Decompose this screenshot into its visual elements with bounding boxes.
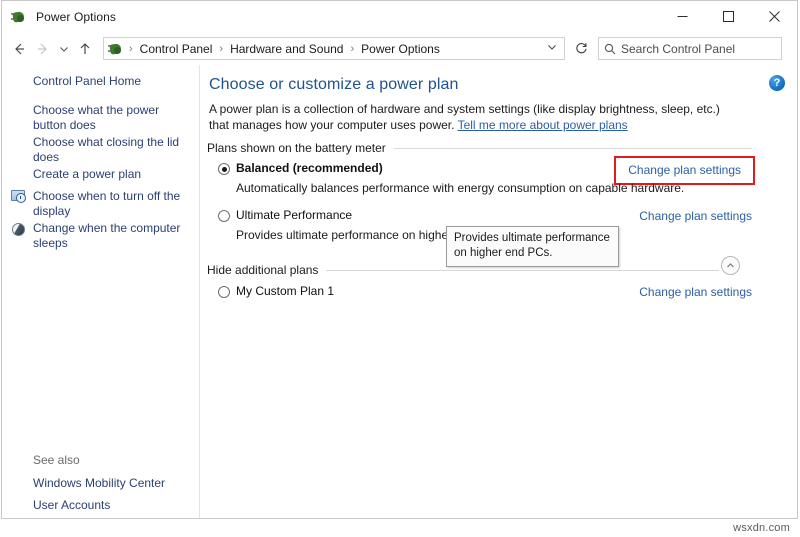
up-arrow-icon[interactable] — [73, 37, 97, 61]
monitor-clock-icon — [11, 189, 27, 205]
power-plug-icon — [11, 9, 27, 25]
main-pane: ? Choose or customize a power plan A pow… — [200, 65, 797, 518]
breadcrumb-power-icon — [108, 41, 124, 57]
sidebar-item-control-panel-home[interactable]: Control Panel Home — [33, 74, 183, 89]
plan-row-ultimate-performance: Ultimate Performance Change plan setting… — [207, 208, 752, 242]
sidebar-item-computer-sleeps[interactable]: Change when the computer sleeps — [33, 221, 185, 251]
section-header-battery-plans: Plans shown on the battery meter — [207, 141, 752, 155]
search-icon — [599, 43, 621, 55]
maximize-button[interactable] — [705, 1, 751, 32]
search-input[interactable]: Search Control Panel — [621, 42, 735, 56]
window-title: Power Options — [36, 9, 117, 24]
back-arrow-icon[interactable] — [7, 37, 31, 61]
breadcrumb-separator: › — [350, 42, 355, 55]
sidebar-item-power-button[interactable]: Choose what the power button does — [33, 103, 185, 133]
section-divider — [393, 147, 752, 149]
breadcrumb-item-hardware-and-sound[interactable]: Hardware and Sound — [228, 42, 345, 56]
bottom-band — [0, 519, 800, 537]
plan-name-balanced: Balanced (recommended) — [236, 161, 383, 175]
refresh-icon[interactable] — [568, 37, 594, 60]
plan-name-ultimate-performance: Ultimate Performance — [236, 208, 353, 222]
breadcrumb-item-control-panel[interactable]: Control Panel — [138, 42, 215, 56]
search-box[interactable]: Search Control Panel — [598, 37, 782, 60]
forward-arrow-icon — [31, 37, 55, 61]
tooltip-ultimate-performance: Provides ultimate performance on higher … — [446, 226, 619, 267]
sidebar-item-windows-mobility-center[interactable]: Windows Mobility Center — [33, 476, 193, 491]
plan-description-balanced: Automatically balances performance with … — [236, 181, 685, 195]
title-bar: Power Options — [2, 1, 797, 32]
breadcrumb-separator: › — [219, 42, 224, 55]
tell-me-more-link[interactable]: Tell me more about power plans — [458, 118, 628, 132]
section-label-battery-plans: Plans shown on the battery meter — [207, 141, 386, 155]
address-chevron-down-icon[interactable] — [547, 42, 557, 55]
moon-sleep-icon — [11, 222, 27, 238]
screenshot-root: Power Options › Control Panel › Hardware… — [0, 0, 800, 537]
plan-row-my-custom-plan-1: My Custom Plan 1 Change plan settings — [207, 284, 752, 302]
section-label-additional-plans[interactable]: Hide additional plans — [207, 263, 326, 277]
plan-row-balanced: Balanced (recommended) Change plan setti… — [207, 156, 755, 195]
sidebar-item-create-power-plan[interactable]: Create a power plan — [33, 167, 185, 182]
collapse-chevron-up-icon[interactable] — [721, 256, 740, 275]
recent-locations-chevron-down-icon[interactable] — [55, 37, 73, 61]
sidebar-item-user-accounts[interactable]: User Accounts — [33, 498, 193, 513]
section-divider — [326, 269, 719, 271]
breadcrumb-separator: › — [129, 42, 133, 55]
help-icon[interactable]: ? — [769, 75, 785, 91]
radio-balanced[interactable] — [218, 163, 230, 175]
address-bar[interactable]: › Control Panel › Hardware and Sound › P… — [103, 37, 565, 60]
sidebar-item-closing-lid[interactable]: Choose what closing the lid does — [33, 135, 185, 165]
minimize-button[interactable] — [659, 1, 705, 32]
navigation-bar: › Control Panel › Hardware and Sound › P… — [2, 32, 797, 65]
window-controls — [659, 1, 797, 32]
power-options-window: Power Options › Control Panel › Hardware… — [1, 0, 798, 519]
change-plan-settings-my-custom-plan-1[interactable]: Change plan settings — [639, 285, 752, 299]
breadcrumb-item-power-options[interactable]: Power Options — [359, 42, 442, 56]
radio-ultimate-performance[interactable] — [218, 210, 230, 222]
radio-my-custom-plan-1[interactable] — [218, 286, 230, 298]
watermark: wsxdn.com — [733, 522, 790, 534]
content-area: Control Panel Home Choose what the power… — [2, 65, 797, 518]
see-also-label: See also — [33, 453, 80, 467]
sidebar-item-turn-off-display[interactable]: Choose when to turn off the display — [33, 189, 185, 219]
page-description: A power plan is a collection of hardware… — [209, 101, 735, 133]
sidebar: Control Panel Home Choose what the power… — [2, 65, 200, 518]
close-button[interactable] — [751, 1, 797, 32]
page-title: Choose or customize a power plan — [209, 76, 459, 93]
change-plan-settings-ultimate-performance[interactable]: Change plan settings — [639, 209, 752, 223]
plan-name-my-custom-plan-1: My Custom Plan 1 — [236, 284, 335, 298]
